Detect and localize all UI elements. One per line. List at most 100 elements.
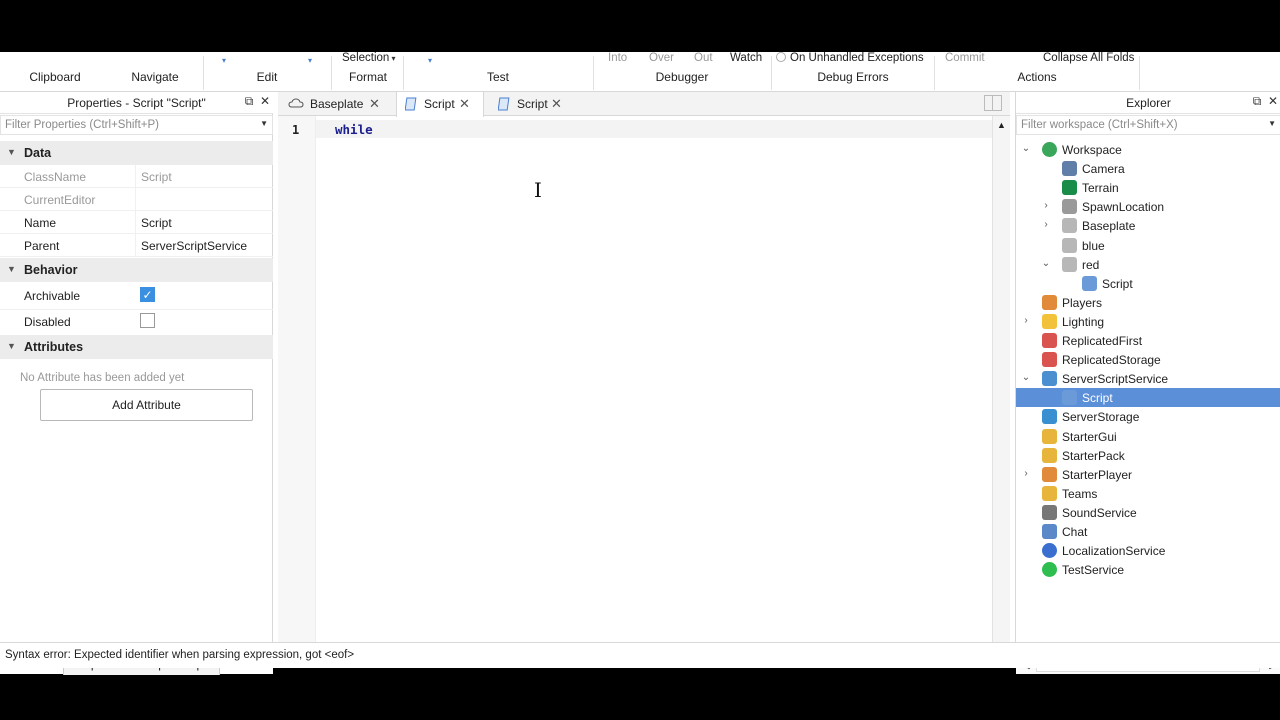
- close-tab-icon[interactable]: ✕: [459, 96, 470, 112]
- ribbon-divider: [203, 56, 204, 90]
- script-editor: Baseplate ✕ Script ✕ Script ✕ 1 while I …: [278, 92, 1010, 668]
- tree-item[interactable]: ⌄ red: [1016, 255, 1280, 274]
- tree-item[interactable]: ⌄ ServerScriptService: [1016, 369, 1280, 388]
- script-icon: [1082, 275, 1097, 291]
- status-message: Syntax error: Expected identifier when p…: [5, 649, 355, 661]
- split-view-icon[interactable]: [984, 95, 1002, 111]
- tab-label: Baseplate: [310, 97, 364, 111]
- tree-item[interactable]: Script: [1016, 388, 1280, 408]
- tree-item[interactable]: Players: [1016, 293, 1280, 312]
- section-data[interactable]: ▼ Data: [0, 141, 273, 165]
- close-tab-icon[interactable]: ✕: [369, 96, 380, 112]
- undock-icon[interactable]: ⧉: [242, 94, 256, 109]
- chevron-down-icon[interactable]: ▼: [1268, 119, 1276, 128]
- selection-dropdown[interactable]: Selection ▾: [342, 52, 396, 64]
- test-group[interactable]: Test: [404, 52, 592, 92]
- line-number-gutter: 1: [278, 116, 316, 656]
- tree-item[interactable]: ⌄ Workspace: [1016, 140, 1280, 159]
- archivable-checkbox[interactable]: ✓: [140, 287, 155, 302]
- chevron-down-icon[interactable]: ⌄: [1020, 372, 1032, 383]
- properties-title: Properties - Script "Script": [67, 96, 206, 110]
- chevron-right-icon[interactable]: ›: [1040, 219, 1052, 230]
- tab-script-active[interactable]: Script ✕: [396, 92, 484, 117]
- tree-item-label: StarterPack: [1062, 448, 1125, 463]
- name-value-field[interactable]: Script: [141, 216, 172, 230]
- tab-script[interactable]: Script ✕: [488, 92, 578, 116]
- tree-item[interactable]: ReplicatedStorage: [1016, 350, 1280, 369]
- section-attributes[interactable]: ▼ Attributes: [0, 335, 273, 359]
- close-icon[interactable]: ✕: [1266, 94, 1280, 108]
- tree-item[interactable]: Script: [1016, 274, 1280, 293]
- parent-value-field[interactable]: ServerScriptService: [141, 239, 247, 253]
- section-behavior[interactable]: ▼ Behavior: [0, 258, 273, 282]
- filter-properties-input[interactable]: Filter Properties (Ctrl+Shift+P) ▼: [0, 115, 273, 135]
- navigate-group[interactable]: Navigate: [110, 52, 200, 92]
- no-attribute-message: No Attribute has been added yet: [20, 372, 185, 384]
- chevron-down-icon[interactable]: ▼: [260, 119, 268, 128]
- chevron-down-icon: ▾: [389, 54, 396, 63]
- tree-item[interactable]: StarterPack: [1016, 446, 1280, 465]
- tree-item[interactable]: Teams: [1016, 484, 1280, 503]
- tree-item[interactable]: › StarterPlayer: [1016, 465, 1280, 484]
- tree-item[interactable]: TestService: [1016, 560, 1280, 579]
- tree-item[interactable]: ReplicatedFirst: [1016, 331, 1280, 350]
- tree-item[interactable]: SoundService: [1016, 503, 1280, 522]
- step-over-button[interactable]: Over: [649, 52, 674, 64]
- tree-item[interactable]: blue: [1016, 236, 1280, 255]
- on-unhandled-exceptions-option[interactable]: On Unhandled Exceptions: [776, 52, 924, 64]
- chevron-right-icon[interactable]: ›: [1040, 200, 1052, 211]
- step-out-button[interactable]: Out: [694, 52, 713, 64]
- watch-button[interactable]: Watch: [730, 52, 762, 64]
- step-into-button[interactable]: Into: [608, 52, 627, 64]
- property-row-name[interactable]: Name Script: [0, 211, 273, 234]
- tree-item-label: blue: [1082, 238, 1105, 253]
- chevron-right-icon[interactable]: ›: [1020, 468, 1032, 479]
- tree-item[interactable]: Terrain: [1016, 178, 1280, 197]
- property-row-parent[interactable]: Parent ServerScriptService: [0, 234, 273, 257]
- property-row-disabled: Disabled: [0, 310, 273, 336]
- terrain-icon: [1062, 180, 1077, 196]
- scroll-up-icon[interactable]: ▲: [997, 120, 1006, 130]
- close-tab-icon[interactable]: ✕: [551, 96, 562, 112]
- edit-group[interactable]: Edit: [205, 52, 329, 92]
- tree-item[interactable]: › Lighting: [1016, 312, 1280, 331]
- tab-label: Script: [517, 97, 548, 111]
- check-icon: [1042, 562, 1057, 578]
- tab-baseplate[interactable]: Baseplate ✕: [282, 92, 382, 116]
- tree-item[interactable]: StarterGui: [1016, 427, 1280, 446]
- tree-item[interactable]: LocalizationService: [1016, 541, 1280, 560]
- format-label: Format: [348, 70, 387, 84]
- code-text[interactable]: while: [335, 122, 373, 137]
- tree-item[interactable]: Camera: [1016, 159, 1280, 178]
- clipboard-group[interactable]: Clipboard: [0, 52, 110, 92]
- chevron-down-icon[interactable]: ⌄: [1020, 143, 1032, 154]
- part-icon: [1062, 218, 1077, 234]
- add-attribute-button[interactable]: Add Attribute: [40, 389, 253, 421]
- tree-item[interactable]: ServerStorage: [1016, 407, 1280, 426]
- section-behavior-label: Behavior: [24, 263, 78, 277]
- debug-errors-group: On Unhandled Exceptions Debug Errors: [772, 52, 934, 92]
- debugger-group: Into Over Out Watch Debugger: [594, 52, 770, 92]
- tree-item[interactable]: Chat: [1016, 522, 1280, 541]
- chevron-down-icon[interactable]: ⌄: [1040, 258, 1052, 269]
- filter-workspace-input[interactable]: Filter workspace (Ctrl+Shift+X) ▼: [1016, 115, 1280, 135]
- disabled-checkbox[interactable]: [140, 313, 155, 328]
- collapse-all-folds-button[interactable]: Collapse All Folds: [1043, 52, 1134, 64]
- editor-vertical-scrollbar[interactable]: ▲ ▼: [992, 116, 1010, 662]
- clipboard-label: Clipboard: [29, 70, 81, 84]
- chevron-down-icon: ▼: [7, 264, 16, 274]
- tree-item[interactable]: › SpawnLocation: [1016, 197, 1280, 216]
- property-key: CurrentEditor: [24, 193, 96, 207]
- tree-item-label: ReplicatedFirst: [1062, 334, 1143, 348]
- tree-item-label: Players: [1062, 295, 1103, 310]
- close-icon[interactable]: ✕: [258, 94, 272, 108]
- chevron-right-icon[interactable]: ›: [1020, 315, 1032, 326]
- property-key: Name: [24, 216, 57, 230]
- divider: [135, 234, 136, 257]
- line-number: 1: [292, 123, 300, 137]
- tree-item-label: Terrain: [1082, 181, 1119, 196]
- undock-icon[interactable]: ⧉: [1250, 94, 1264, 109]
- property-key: Disabled: [24, 315, 71, 329]
- tree-item[interactable]: › Baseplate: [1016, 216, 1280, 235]
- commit-button[interactable]: Commit: [945, 52, 985, 64]
